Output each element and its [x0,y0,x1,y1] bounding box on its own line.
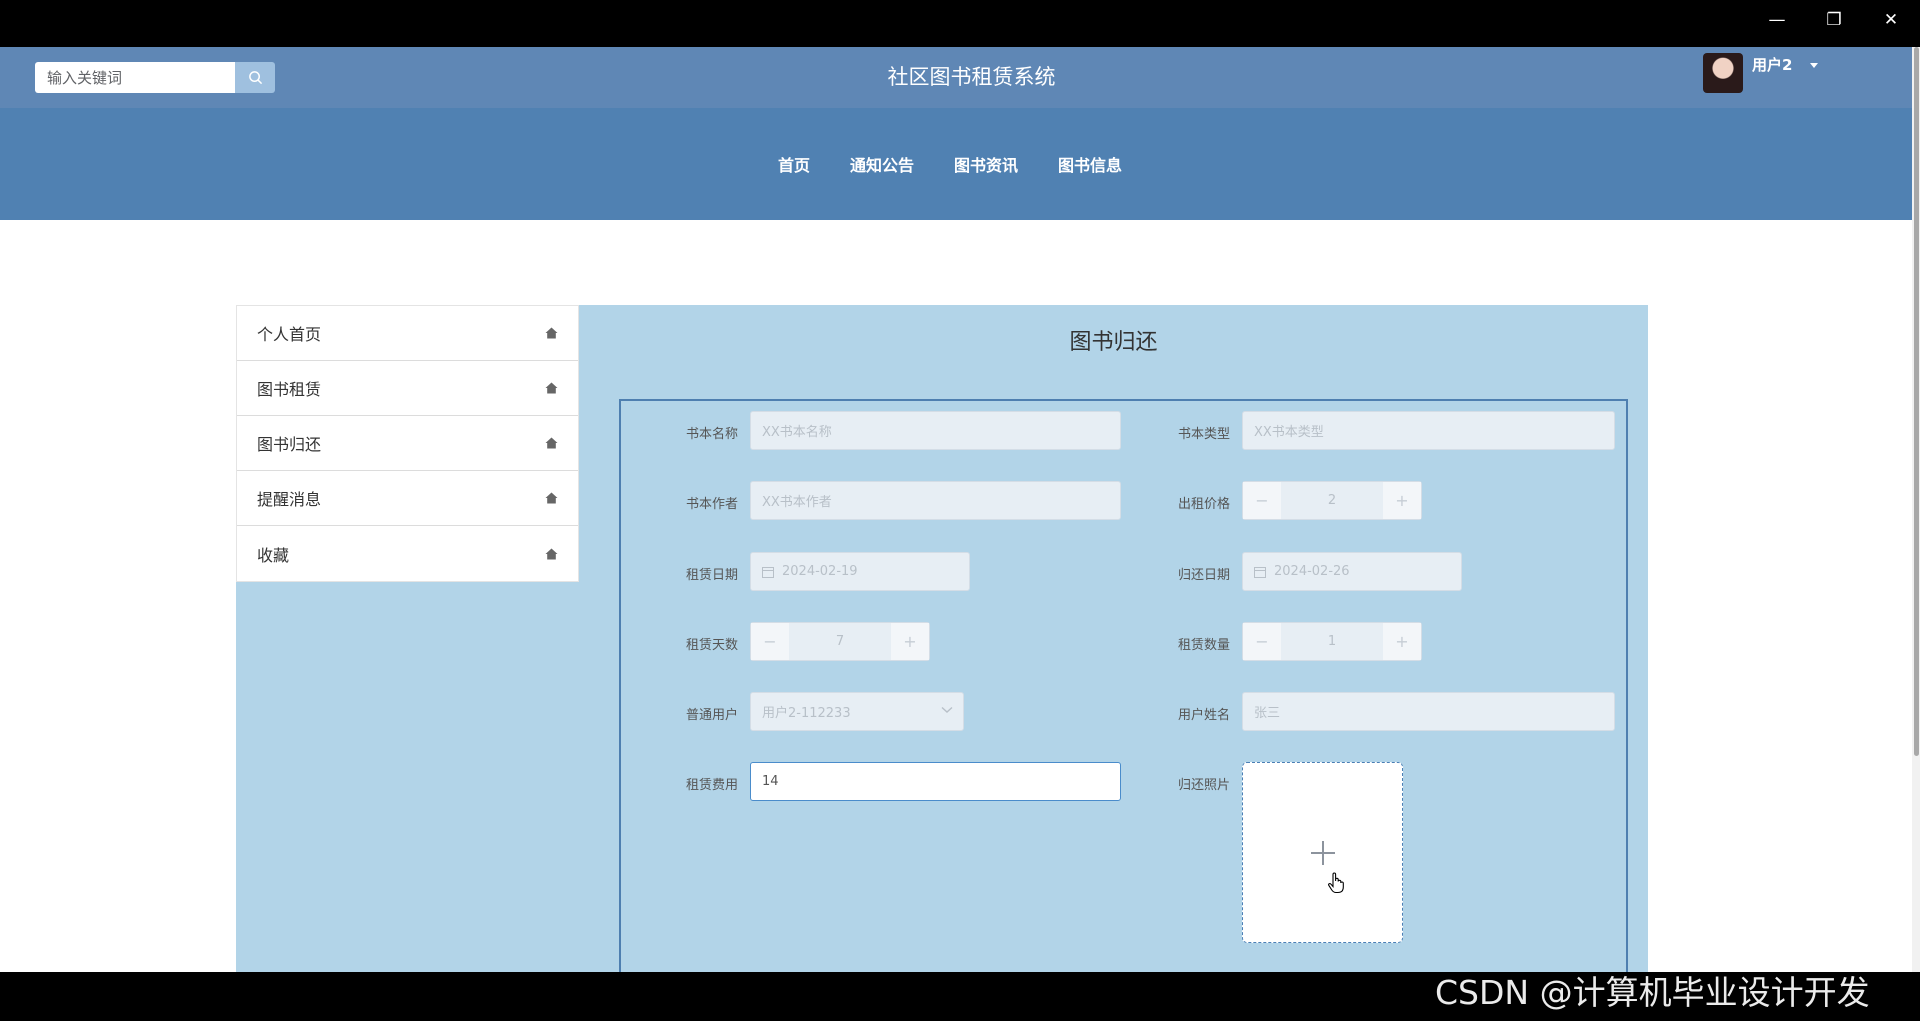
return-date-value: 2024-02-26 [1274,564,1350,579]
book-author-field[interactable]: XX书本作者 [750,481,1121,520]
book-name-field[interactable]: XX书本名称 [750,411,1121,450]
top-bar: 社区图书租赁系统 用户2 [0,47,1920,108]
home-icon [545,492,558,504]
user-avatar[interactable] [1703,53,1743,93]
calendar-icon [1254,566,1266,578]
book-type-label: 书本类型 [1177,427,1230,442]
close-button[interactable]: ✕ [1866,0,1916,40]
sidebar-item-label: 个人首页 [257,325,322,344]
book-author-label: 书本作者 [685,497,738,512]
rent-qty-value[interactable]: 1 [1281,634,1383,649]
plus-icon [1310,840,1335,865]
increment-button[interactable]: + [891,623,929,660]
home-icon [545,327,558,339]
main-nav: 首页 通知公告 图书资讯 图书信息 [0,108,1920,220]
username[interactable]: 用户2 [1752,54,1792,75]
watermark: CSDN @计算机毕业设计开发 [1435,973,1870,1012]
rent-date-label: 租赁日期 [685,568,738,583]
rent-fee-label: 租赁费用 [685,778,738,793]
site-title: 社区图书租赁系统 [887,65,1056,89]
chevron-down-icon[interactable] [1810,63,1818,68]
photo-uploader[interactable] [1242,762,1403,943]
user-select-value: 用户2-112233 [762,706,851,721]
user-name-label: 用户姓名 [1177,708,1230,723]
rent-days-stepper: − 7 + [750,622,930,661]
user-label: 普通用户 [685,708,738,723]
rent-days-label: 租赁天数 [685,638,738,653]
nav-notices[interactable]: 通知公告 [850,152,914,176]
chevron-down-icon [941,706,953,713]
return-photo-label: 归还照片 [1177,778,1230,793]
restore-button[interactable]: ❐ [1809,0,1859,40]
form-title: 图书归还 [1069,330,1158,355]
scrollbar-thumb[interactable] [1914,47,1919,756]
sidebar-item-return[interactable]: 图书归还 [237,416,578,471]
return-date-picker[interactable]: 2024-02-26 [1242,552,1462,591]
return-date-label: 归还日期 [1177,568,1230,583]
rent-price-label: 出租价格 [1177,497,1230,512]
increment-button[interactable]: + [1383,482,1421,519]
decrement-button[interactable]: − [1243,482,1281,519]
sidebar-item-label: 收藏 [257,545,290,565]
page: 社区图书租赁系统 用户2 首页 通知公告 图书资讯 图书信息 个人首页 图书租赁… [0,47,1920,972]
calendar-icon [762,566,774,578]
hand-cursor-icon [1328,872,1344,894]
home-icon [545,437,558,449]
sidebar-item-label: 图书租赁 [257,380,322,399]
rent-fee-input[interactable]: 14 [750,762,1121,801]
decrement-button[interactable]: − [751,623,789,660]
book-name-label: 书本名称 [685,427,738,442]
minimize-button[interactable]: — [1752,0,1802,40]
sidebar-item-rent[interactable]: 图书租赁 [237,361,578,416]
sidebar-menu: 个人首页 图书租赁 图书归还 提醒消息 收藏 [236,305,579,582]
rent-date-picker[interactable]: 2024-02-19 [750,552,970,591]
sidebar-item-label: 提醒消息 [257,490,322,509]
home-icon [545,382,558,394]
rent-qty-stepper: − 1 + [1242,622,1422,661]
decrement-button[interactable]: − [1243,623,1281,660]
user-name-field[interactable]: 张三 [1242,692,1615,731]
nav-book-news[interactable]: 图书资讯 [954,152,1018,176]
sidebar-item-label: 图书归还 [257,435,322,454]
sidebar-item-profile[interactable]: 个人首页 [237,306,578,361]
sidebar-item-favorites[interactable]: 收藏 [237,526,578,581]
home-icon [545,548,558,559]
rent-date-value: 2024-02-19 [782,564,858,579]
window-titlebar: — ❐ ✕ [0,0,1920,47]
sidebar-item-reminders[interactable]: 提醒消息 [237,471,578,526]
rent-days-value[interactable]: 7 [789,634,891,649]
nav-book-info[interactable]: 图书信息 [1058,152,1122,176]
rent-qty-label: 租赁数量 [1177,638,1230,653]
increment-button[interactable]: + [1383,623,1421,660]
book-type-field[interactable]: XX书本类型 [1242,411,1615,450]
rent-price-stepper: − 2 + [1242,481,1422,520]
rent-price-value[interactable]: 2 [1281,493,1383,508]
user-select[interactable]: 用户2-112233 [750,692,964,731]
nav-home[interactable]: 首页 [778,152,810,176]
